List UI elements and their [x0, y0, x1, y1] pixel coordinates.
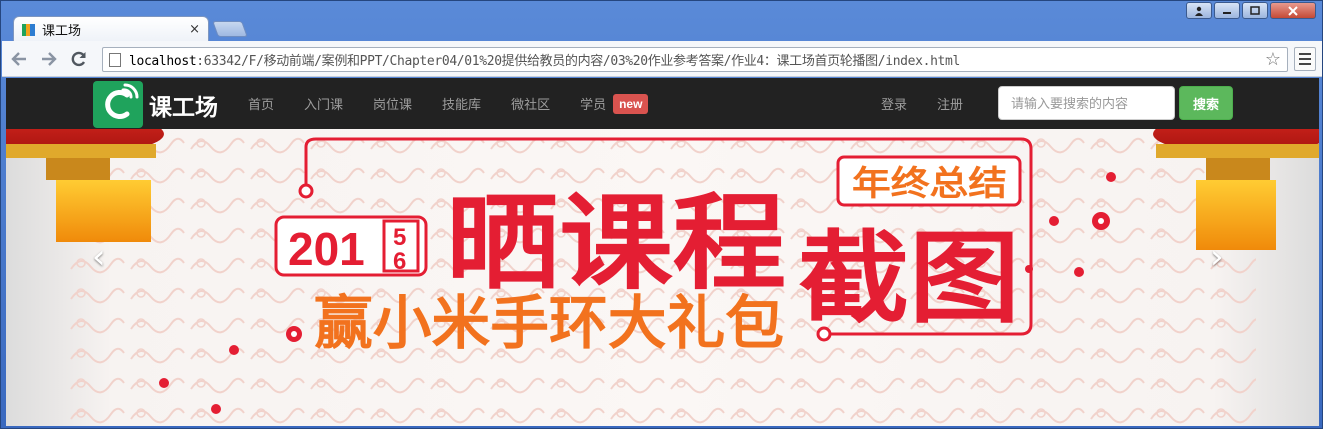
carousel-next-icon[interactable]: ›	[1210, 237, 1224, 277]
account-nav: 登录 注册	[881, 78, 993, 129]
banner-headline-2: 截图	[798, 220, 1020, 337]
maximize-button[interactable]	[1242, 2, 1268, 19]
login-link[interactable]: 登录	[881, 94, 907, 113]
browser-menu-button[interactable]	[1294, 47, 1316, 71]
logo-text[interactable]: 课工场	[149, 88, 218, 122]
register-link[interactable]: 注册	[937, 94, 963, 113]
site-favicon-icon	[22, 23, 36, 36]
nav-student[interactable]: 学员 new	[580, 93, 649, 114]
url-path: :63342/F/移动前端/案例和PPT/Chapter04/01%20提供给教…	[196, 54, 960, 69]
year-digit-bottom: 6	[393, 248, 406, 275]
url-host: localhost	[129, 54, 197, 69]
tab-title: 课工场	[42, 23, 82, 38]
search-input[interactable]	[998, 86, 1175, 120]
profile-icon[interactable]	[1186, 2, 1212, 19]
nav-skill-library[interactable]: 技能库	[442, 94, 481, 113]
address-bar[interactable]: localhost:63342/F/移动前端/案例和PPT/Chapter04/…	[102, 47, 1288, 72]
browser-toolbar: localhost:63342/F/移动前端/案例和PPT/Chapter04/…	[2, 41, 1322, 77]
nav-intro-course[interactable]: 入门课	[304, 94, 343, 113]
forward-button[interactable]	[36, 46, 62, 72]
title-bar: 课工场 ×	[1, 1, 1322, 42]
banner-graphic: 201 5 6 晒课程 年终总结 截图 赢小米手环大礼包	[274, 155, 1022, 357]
nav-home[interactable]: 首页	[248, 94, 274, 113]
year-digit-top: 5	[393, 224, 406, 251]
page-viewport: 课工场 首页 入门课 岗位课 技能库 微社区 学员 new 登录 注册 搜索	[6, 78, 1319, 426]
reload-button[interactable]	[66, 46, 92, 72]
browser-window: 课工场 × localhost:63342/F/移动前端/案例和PPT/Chap…	[0, 0, 1323, 429]
close-window-button[interactable]	[1270, 2, 1316, 19]
year-prefix: 201	[288, 223, 365, 275]
site-navbar: 课工场 首页 入门课 岗位课 技能库 微社区 学员 new 登录 注册 搜索	[6, 78, 1319, 129]
banner-subline: 赢小米手环大礼包	[314, 289, 784, 357]
arrow-right-icon	[42, 51, 57, 66]
page-icon	[109, 52, 121, 67]
banner-headline: 晒课程	[446, 182, 786, 304]
bookmark-star-icon[interactable]: ☆	[1265, 48, 1281, 71]
window-controls	[1186, 2, 1316, 19]
logo-icon[interactable]	[93, 81, 143, 128]
reload-icon	[71, 51, 86, 66]
minimize-button[interactable]	[1214, 2, 1240, 19]
carousel-banner: 201 5 6 晒课程 年终总结 截图 赢小米手环大礼包 ‹ ›	[6, 129, 1319, 426]
nav-student-label: 学员	[580, 97, 607, 112]
arrow-left-icon	[11, 51, 26, 66]
nav-post-course[interactable]: 岗位课	[373, 94, 412, 113]
main-nav: 首页 入门课 岗位课 技能库 微社区 学员 new	[248, 78, 678, 129]
banner-ribbon: 年终总结	[852, 164, 1007, 204]
search-button[interactable]: 搜索	[1179, 86, 1233, 120]
back-button[interactable]	[6, 46, 32, 72]
browser-tab[interactable]: 课工场 ×	[13, 16, 209, 42]
new-tab-button[interactable]	[212, 21, 248, 37]
nav-community[interactable]: 微社区	[511, 94, 550, 113]
tab-close-icon[interactable]: ×	[189, 22, 200, 37]
carousel-prev-icon[interactable]: ‹	[92, 237, 106, 277]
url-text: localhost:63342/F/移动前端/案例和PPT/Chapter04/…	[129, 50, 960, 69]
new-badge: new	[613, 93, 649, 114]
